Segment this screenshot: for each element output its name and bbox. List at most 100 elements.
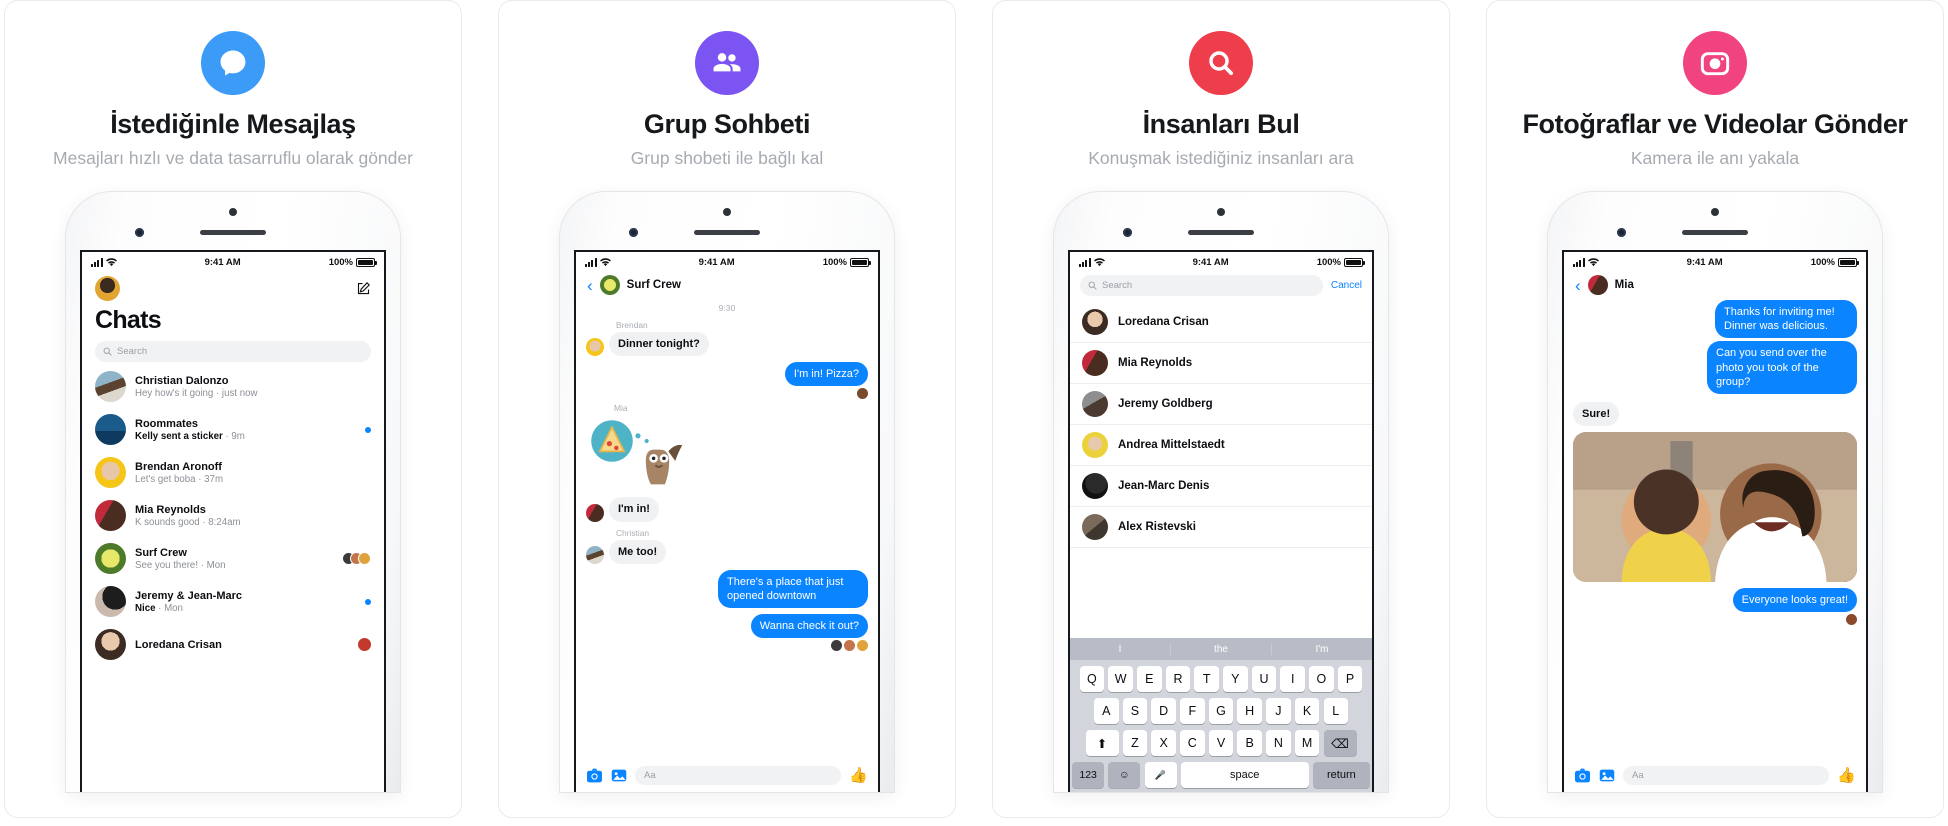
message-row: Thanks for inviting me! Dinner was delic…	[1573, 300, 1857, 339]
list-item[interactable]: Andrea Mittelstaedt	[1070, 425, 1372, 467]
list-item[interactable]: Loredana Crisan	[82, 623, 384, 666]
battery-icon	[1838, 257, 1859, 267]
chat-preview: K sounds good · 8:24am	[135, 516, 241, 528]
phone-screen-thread: 9:41 AM 100% ‹ Surf Crew 9:30 Brendan Di…	[574, 250, 880, 793]
key-j[interactable]: J	[1266, 698, 1291, 725]
key-o[interactable]: O	[1309, 666, 1334, 693]
return-key[interactable]: return	[1312, 762, 1370, 789]
earpiece-speaker	[1188, 230, 1254, 236]
sticker-image[interactable]	[586, 415, 690, 493]
message-bubble[interactable]: Everyone looks great!	[1732, 587, 1857, 612]
thumbs-up-icon[interactable]: 👍	[849, 766, 868, 784]
message-sender: Christian	[616, 527, 650, 538]
key-w[interactable]: W	[1108, 666, 1133, 693]
numbers-key[interactable]: 123	[1072, 762, 1105, 789]
list-item[interactable]: Jeremy & Jean-Marc Nice · Mon	[82, 580, 384, 623]
back-icon[interactable]: ‹	[587, 277, 593, 294]
chat-preview: Let's get boba · 37m	[135, 473, 224, 485]
phone-screen-media-thread: 9:41 AM 100% ‹ Mia Thanks for inviting m…	[1562, 250, 1868, 793]
list-item[interactable]: Mia Reynolds K sounds good · 8:24am	[82, 494, 384, 537]
avatar[interactable]	[599, 275, 620, 296]
space-key[interactable]: space	[1180, 762, 1309, 789]
key-k[interactable]: K	[1294, 698, 1320, 725]
message-row: I'm in! Pizza?	[586, 362, 868, 387]
list-item[interactable]: Jean-Marc Denis	[1070, 466, 1372, 508]
shift-key[interactable]: ⬆	[1085, 730, 1119, 757]
read-receipt-avatar	[844, 639, 855, 651]
key-a[interactable]: A	[1094, 698, 1119, 725]
key-b[interactable]: B	[1237, 730, 1262, 757]
compose-icon[interactable]	[356, 281, 371, 296]
emoji-icon[interactable]: ☺	[1108, 762, 1141, 789]
camera-icon	[1683, 31, 1747, 95]
key-c[interactable]: C	[1180, 730, 1205, 757]
status-bar: 9:41 AM 100%	[1564, 252, 1866, 272]
key-p[interactable]: P	[1337, 666, 1363, 693]
key-m[interactable]: M	[1294, 730, 1320, 757]
message-input[interactable]: Aa	[635, 765, 842, 785]
search-input[interactable]: Search	[95, 341, 371, 363]
message-bubble[interactable]: There's a place that just opened downtow…	[718, 569, 868, 608]
key-e[interactable]: E	[1137, 666, 1162, 693]
key-t[interactable]: T	[1194, 666, 1219, 693]
photo-icon[interactable]	[1599, 768, 1615, 783]
microphone-icon[interactable]: 🎤	[1144, 762, 1177, 789]
prediction-item[interactable]: the	[1170, 643, 1271, 655]
key-u[interactable]: U	[1251, 666, 1277, 693]
key-z[interactable]: Z	[1122, 730, 1148, 757]
key-v[interactable]: V	[1208, 730, 1234, 757]
back-icon[interactable]: ‹	[1575, 277, 1581, 294]
chat-name: Christian Dalonzo	[135, 374, 229, 387]
key-s[interactable]: S	[1122, 698, 1148, 725]
backspace-key[interactable]: ⌫	[1323, 730, 1357, 757]
list-item[interactable]: Roommates Kelly sent a sticker · 9m	[82, 408, 384, 451]
key-x[interactable]: X	[1151, 730, 1176, 757]
avatar[interactable]	[95, 276, 120, 302]
message-input[interactable]: Aa	[1623, 765, 1830, 785]
list-item[interactable]: Brendan Aronoff Let's get boba · 37m	[82, 451, 384, 494]
key-y[interactable]: Y	[1223, 666, 1248, 693]
list-item[interactable]: Christian Dalonzo Hey how's it going · j…	[82, 365, 384, 408]
message-bubble[interactable]: Sure!	[1573, 401, 1620, 426]
chat-bubble-icon	[201, 31, 265, 95]
avatar[interactable]	[1587, 275, 1608, 296]
front-camera	[135, 228, 144, 238]
list-item[interactable]: Mia Reynolds	[1070, 343, 1372, 385]
list-item[interactable]: Jeremy Goldberg	[1070, 384, 1372, 426]
message-bubble[interactable]: I'm in! Pizza?	[784, 362, 868, 387]
cancel-button[interactable]: Cancel	[1331, 280, 1362, 291]
key-h[interactable]: H	[1237, 698, 1262, 725]
list-item[interactable]: Surf Crew See you there! · Mon	[82, 537, 384, 580]
search-input[interactable]: Search	[1080, 275, 1323, 297]
key-n[interactable]: N	[1266, 730, 1291, 757]
status-bar: 9:41 AM 100%	[1070, 252, 1372, 272]
chat-preview: See you there! · Mon	[135, 559, 226, 571]
message-bubble[interactable]: Can you send over the photo you took of …	[1707, 341, 1857, 394]
thumbs-up-icon[interactable]: 👍	[1837, 766, 1856, 784]
photo-icon[interactable]	[611, 768, 627, 783]
key-l[interactable]: L	[1323, 698, 1348, 725]
list-item[interactable]: Loredana Crisan	[1070, 302, 1372, 344]
thread-header: ‹ Mia	[1564, 272, 1866, 300]
key-q[interactable]: Q	[1079, 666, 1105, 693]
camera-icon[interactable]	[1574, 768, 1591, 783]
message-bubble[interactable]: Me too!	[609, 539, 667, 564]
key-d[interactable]: D	[1151, 698, 1176, 725]
phone-mockup: 9:41 AM 100% Chats Search Christian Dalo…	[66, 192, 400, 817]
key-r[interactable]: R	[1165, 666, 1191, 693]
message-bubble[interactable]: Dinner tonight?	[609, 332, 709, 357]
prediction-item[interactable]: I'm	[1271, 643, 1372, 655]
photo-attachment[interactable]	[1573, 431, 1857, 582]
key-g[interactable]: G	[1208, 698, 1234, 725]
message-bubble[interactable]: I'm in!	[609, 497, 659, 522]
message-row: Me too!	[586, 539, 868, 564]
prediction-item[interactable]: I	[1070, 644, 1170, 655]
key-f[interactable]: F	[1180, 698, 1205, 725]
message-bubble[interactable]: Wanna check it out?	[750, 613, 868, 638]
key-i[interactable]: I	[1280, 666, 1305, 693]
camera-icon[interactable]	[586, 768, 603, 783]
message-bubble[interactable]: Thanks for inviting me! Dinner was delic…	[1715, 300, 1857, 339]
message-row: Everyone looks great!	[1573, 587, 1857, 612]
person-name: Jeremy Goldberg	[1118, 398, 1213, 411]
list-item[interactable]: Alex Ristevski	[1070, 507, 1372, 549]
